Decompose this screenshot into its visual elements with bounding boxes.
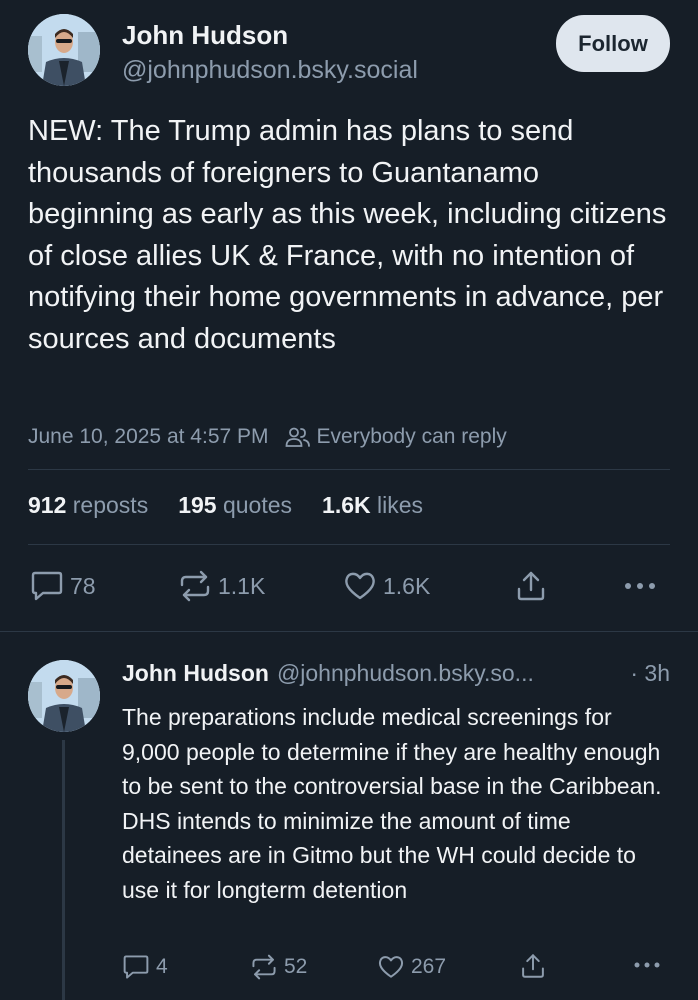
reply-count: 78 (70, 572, 96, 599)
share-button[interactable] (514, 568, 548, 604)
reply-icon (122, 954, 150, 980)
repost-count: 1.1K (218, 572, 266, 599)
reply-reply-count: 4 (156, 955, 168, 978)
share-icon (514, 569, 548, 603)
quotes-label: quotes (222, 492, 293, 518)
reply-more-button[interactable] (632, 958, 662, 972)
reply-text: The preparations include medical screeni… (122, 704, 662, 903)
reply-author-name[interactable]: John Hudson (122, 660, 269, 687)
post-text: NEW: The Trump admin has plans to send t… (28, 115, 667, 355)
like-icon (343, 570, 377, 602)
author-handle[interactable]: @johnphudson.bsky.social (122, 56, 418, 85)
author-avatar[interactable] (28, 14, 100, 86)
likes-label: likes (377, 492, 424, 518)
post-stats: 912 reposts 195 quotes 1.6K likes (28, 492, 423, 519)
reply-repost-count: 52 (284, 955, 308, 978)
like-button[interactable]: 1.6K (343, 568, 430, 604)
more-button[interactable] (622, 568, 658, 604)
repost-icon (178, 570, 212, 602)
follow-button[interactable]: Follow (556, 15, 670, 72)
reply-icon (30, 570, 64, 602)
reply-repost-button[interactable]: 52 (250, 952, 307, 982)
reply-author-handle[interactable]: @johnphudson.bsky.so... (277, 660, 534, 687)
likes-count: 1.6K (322, 492, 371, 518)
reply-reply-button[interactable]: 4 (122, 952, 168, 982)
divider (0, 631, 698, 632)
more-icon (632, 960, 662, 970)
reply-author-avatar[interactable] (28, 660, 100, 732)
reply-share-button[interactable] (519, 951, 547, 981)
reposts-stat[interactable]: 912 reposts (28, 492, 148, 519)
reply-like-count: 267 (411, 955, 447, 978)
reposts-label: reposts (72, 492, 149, 518)
divider (28, 469, 670, 470)
quotes-stat[interactable]: 195 quotes (178, 492, 292, 519)
reposts-count: 912 (28, 492, 67, 518)
divider (28, 544, 670, 545)
reply-time[interactable]: · 3h (630, 660, 670, 687)
post-timestamp[interactable]: June 10, 2025 at 4:57 PM (28, 425, 269, 449)
reply-button[interactable]: 78 (30, 568, 96, 604)
likes-stat[interactable]: 1.6K likes (322, 492, 423, 519)
more-icon (622, 580, 658, 592)
reply-setting[interactable]: Everybody can reply (317, 425, 507, 449)
share-icon (519, 952, 547, 980)
thread-line (62, 740, 65, 1000)
reply-header: John Hudson @johnphudson.bsky.so... · 3h (122, 660, 670, 687)
post-meta: June 10, 2025 at 4:57 PM Everybody can r… (28, 422, 507, 452)
like-count: 1.6K (383, 572, 431, 599)
repost-icon (250, 954, 278, 980)
repost-button[interactable]: 1.1K (178, 568, 265, 604)
reply-like-button[interactable]: 267 (377, 952, 446, 982)
author-name[interactable]: John Hudson (122, 20, 288, 51)
quotes-count: 195 (178, 492, 217, 518)
like-icon (377, 954, 405, 980)
people-icon (285, 426, 311, 448)
